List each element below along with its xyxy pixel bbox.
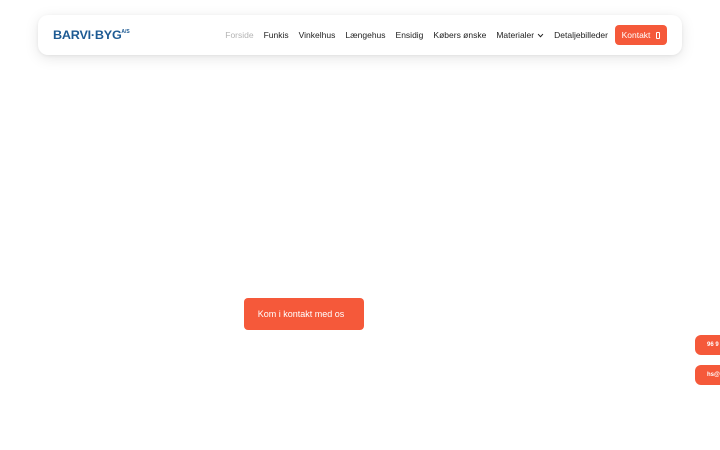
side-tab-phone[interactable]: 96 9 bbox=[695, 335, 720, 355]
nav-item-detaljebilleder[interactable]: Detaljebilleder bbox=[554, 30, 608, 40]
main-nav: Forside Funkis Vinkelhus Længehus Ensidi… bbox=[225, 15, 608, 55]
nav-item-funkis[interactable]: Funkis bbox=[264, 30, 289, 40]
nav-item-forside[interactable]: Forside bbox=[225, 30, 253, 40]
page: BARVI·BYG A/S Forside Funkis Vinkelhus L… bbox=[0, 0, 720, 450]
contact-button-label: Kontakt bbox=[621, 30, 651, 40]
side-tab-email[interactable]: hs@ bbox=[695, 365, 720, 385]
nav-item-ensidig[interactable]: Ensidig bbox=[396, 30, 424, 40]
nav-item-materialer-label: Materialer bbox=[496, 30, 535, 40]
contact-button[interactable]: Kontakt bbox=[615, 25, 667, 45]
nav-item-laengehus[interactable]: Længehus bbox=[345, 30, 385, 40]
contact-us-button[interactable]: Kom i kontakt med os bbox=[244, 298, 364, 330]
logo-mark: A/S bbox=[121, 29, 130, 35]
nav-item-vinkelhus[interactable]: Vinkelhus bbox=[299, 30, 336, 40]
phone-icon bbox=[656, 31, 661, 39]
logo-text: BARVI·BYG bbox=[53, 28, 122, 42]
nav-item-materialer[interactable]: Materialer bbox=[496, 30, 544, 40]
nav-item-kobers-onske[interactable]: Købers ønske bbox=[433, 30, 486, 40]
brand-logo[interactable]: BARVI·BYG A/S bbox=[53, 28, 130, 42]
chevron-down-icon bbox=[537, 33, 544, 37]
header-navbar: BARVI·BYG A/S Forside Funkis Vinkelhus L… bbox=[38, 15, 682, 55]
